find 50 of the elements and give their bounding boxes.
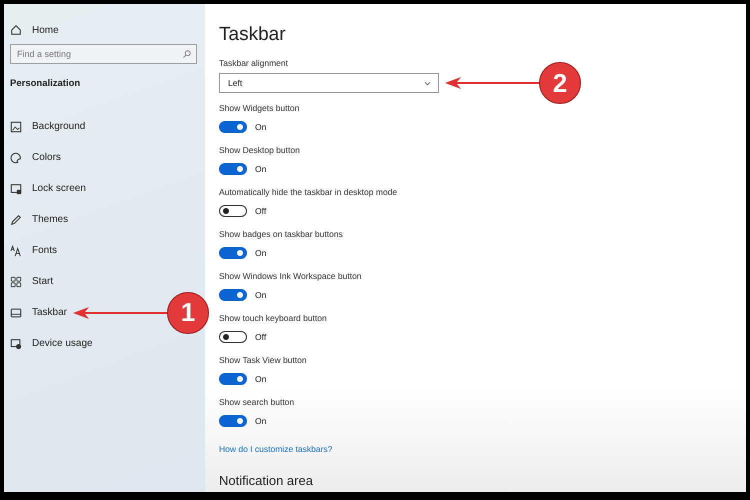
- search-icon: [182, 49, 192, 59]
- help-link[interactable]: How do I customize taskbars?: [219, 444, 332, 454]
- setting-label: Show Windows Ink Workspace button: [219, 271, 363, 283]
- toggle-state: On: [255, 290, 266, 300]
- toggle-state: Off: [255, 332, 266, 342]
- setting-label: Automatically hide the taskbar in desktop mode: [219, 187, 398, 199]
- sidebar-item[interactable]: Fonts: [32, 245, 58, 256]
- sidebar-item[interactable]: Background: [32, 121, 86, 132]
- setting-label: Show touch keyboard button: [219, 313, 328, 325]
- section-heading: Personalization: [9, 77, 82, 91]
- toggle-switch[interactable]: [219, 205, 247, 217]
- setting-label: Show badges on taskbar buttons: [219, 229, 344, 241]
- sidebar-item[interactable]: Taskbar: [32, 307, 68, 318]
- sidebar-item[interactable]: Start: [32, 276, 54, 287]
- home-link[interactable]: Home: [4, 18, 205, 42]
- toggle-state: On: [255, 122, 266, 132]
- section-heading: Notification area: [219, 473, 314, 488]
- device-icon: [10, 338, 22, 350]
- lock-screen-icon: [10, 182, 22, 194]
- alignment-dropdown[interactable]: Left: [219, 73, 439, 93]
- taskbar-icon: [10, 306, 22, 318]
- toggle-switch[interactable]: [219, 373, 247, 385]
- toggle-switch[interactable]: [219, 415, 247, 427]
- toggle-state: On: [255, 374, 266, 384]
- toggle-state: Off: [255, 206, 266, 216]
- setting-label: Show Desktop button: [219, 145, 301, 157]
- search-field[interactable]: Find a setting: [10, 44, 197, 64]
- toggle-switch[interactable]: [219, 163, 247, 175]
- toggle-state: On: [255, 164, 266, 174]
- home-icon: [10, 24, 22, 36]
- grid-icon: [10, 276, 22, 288]
- fonts-icon: [10, 244, 22, 256]
- pen-icon: [10, 214, 22, 226]
- page-title: Taskbar: [219, 24, 287, 46]
- palette-icon: [10, 152, 22, 164]
- toggle-switch[interactable]: [219, 289, 247, 301]
- setting-label: Taskbar alignment: [219, 58, 289, 70]
- setting-label: Show Task View button: [219, 355, 308, 367]
- sidebar-item[interactable]: Colors: [32, 152, 61, 163]
- setting-label: Show search button: [219, 397, 296, 409]
- sidebar-item[interactable]: Themes: [32, 214, 68, 225]
- toggle-switch[interactable]: [219, 331, 247, 343]
- picture-frame-icon: [10, 120, 22, 132]
- sidebar-item[interactable]: Lock screen: [32, 183, 86, 194]
- toggle-state: On: [255, 416, 266, 426]
- sidebar-item[interactable]: Device usage: [32, 338, 93, 349]
- toggle-switch[interactable]: [219, 121, 247, 133]
- toggle-switch[interactable]: [219, 247, 247, 259]
- setting-label: Show Widgets button: [219, 103, 300, 115]
- toggle-state: On: [255, 248, 266, 258]
